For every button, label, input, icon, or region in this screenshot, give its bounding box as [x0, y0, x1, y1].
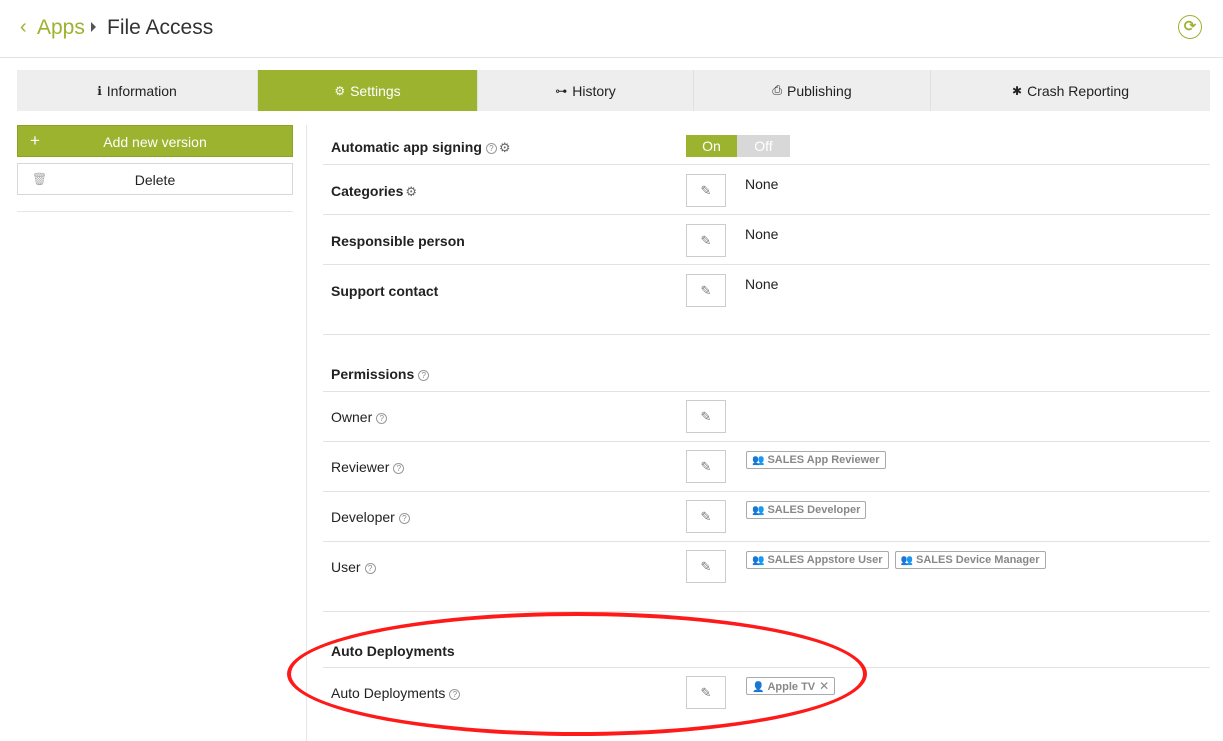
group-icon: 👥: [900, 555, 914, 566]
edit-reviewer-button[interactable]: ✎: [686, 450, 726, 483]
toggle-off-button[interactable]: Off: [737, 135, 790, 157]
chip-label: SALES App Reviewer: [767, 454, 880, 466]
add-new-version-label: Add new version: [103, 134, 207, 150]
toggle-on-button[interactable]: On: [686, 135, 737, 157]
back-chevron-icon[interactable]: ‹: [20, 16, 27, 39]
page-title: File Access: [107, 16, 214, 39]
row-user: User? ✎ 👥 SALES Appstore User 👥 SALES Devi…: [323, 542, 1210, 612]
row-support-contact: Support contact ✎ None: [323, 265, 1210, 335]
edit-owner-button[interactable]: ✎: [686, 400, 726, 433]
responsible-person-label: Responsible person: [331, 233, 465, 249]
tab-crash-reporting[interactable]: ✱ Crash Reporting: [931, 70, 1210, 111]
help-icon[interactable]: ?: [418, 370, 430, 381]
edit-support-button[interactable]: ✎: [686, 274, 726, 307]
categories-value: None: [745, 176, 779, 192]
tab-label: Settings: [350, 82, 401, 99]
developer-label: Developer: [331, 509, 395, 525]
row-label: Owner?: [331, 409, 388, 425]
edit-developer-button[interactable]: ✎: [686, 500, 726, 533]
row-developer: Developer? ✎ 👥 SALES Developer: [323, 492, 1210, 542]
pencil-icon: ✎: [700, 509, 712, 524]
row-label: Automatic app signing? ⚙: [331, 139, 511, 156]
permissions-header: Permissions?: [323, 335, 1210, 392]
edit-categories-button[interactable]: ✎: [686, 174, 726, 207]
tab-history[interactable]: ⊶ History: [478, 70, 694, 111]
tab-information[interactable]: ℹ Information: [17, 70, 258, 111]
help-icon[interactable]: ?: [364, 563, 376, 574]
highlight-ellipse: [287, 612, 867, 736]
support-contact-value: None: [745, 276, 779, 292]
help-icon[interactable]: ?: [485, 143, 497, 154]
row-label: User?: [331, 559, 376, 575]
edit-responsible-button[interactable]: ✎: [686, 224, 726, 257]
group-chip[interactable]: 👥 SALES Developer: [746, 501, 867, 519]
support-contact-label: Support contact: [331, 283, 439, 299]
breadcrumb-apps-link[interactable]: Apps: [37, 16, 85, 40]
categories-label: Categories: [331, 183, 404, 199]
group-icon: 👥: [752, 455, 765, 466]
group-icon: 👥: [752, 555, 765, 566]
reviewer-label: Reviewer: [331, 459, 390, 475]
tab-label: Information: [106, 82, 177, 99]
edit-user-button[interactable]: ✎: [686, 550, 726, 583]
tab-publishing[interactable]: ⎙ Publishing: [694, 70, 931, 111]
chip-label: SALES Appstore User: [767, 554, 883, 566]
tab-settings[interactable]: ⚙ Settings: [258, 70, 478, 111]
group-chip[interactable]: 👥 SALES Appstore User: [746, 551, 889, 569]
row-automatic-app-signing: Automatic app signing? ⚙ On Off: [323, 125, 1210, 165]
delete-button[interactable]: 🗑 Delete: [17, 163, 293, 195]
owner-label: Owner: [331, 409, 373, 425]
group-chip[interactable]: 👥 SALES App Reviewer: [746, 451, 886, 469]
bug-icon: ✱: [1012, 83, 1023, 98]
chip-label: SALES Developer: [767, 504, 861, 516]
refresh-icon[interactable]: ⟳: [1178, 15, 1202, 39]
user-label: User: [331, 559, 361, 575]
breadcrumb-separator-icon: [91, 22, 96, 32]
content-divider: [306, 125, 307, 741]
row-label: Categories ⚙: [331, 183, 417, 200]
pencil-icon: ✎: [700, 409, 712, 424]
help-icon[interactable]: ?: [398, 513, 410, 524]
tab-bar: ℹ Information ⚙ Settings ⊶ History ⎙ Pub…: [17, 70, 1210, 111]
add-new-version-button[interactable]: + Add new version: [17, 125, 293, 157]
group-icon: 👥: [752, 505, 765, 516]
tab-label: Publishing: [787, 82, 852, 99]
pencil-icon: ✎: [700, 559, 712, 574]
delete-label: Delete: [134, 172, 176, 188]
responsible-person-value: None: [745, 226, 779, 242]
pencil-icon: ✎: [700, 459, 712, 474]
chip-label: SALES Device Manager: [916, 554, 1040, 566]
row-categories: Categories ⚙ ✎ None: [323, 165, 1210, 215]
sidebar-divider: [17, 211, 293, 212]
tab-label: Crash Reporting: [1027, 82, 1129, 99]
gear-icon[interactable]: ⚙: [405, 184, 417, 199]
permissions-heading-text: Permissions: [331, 366, 415, 382]
pencil-icon: ✎: [700, 233, 712, 248]
publish-icon: ⎙: [772, 83, 782, 97]
pencil-icon: ✎: [700, 183, 712, 198]
gear-icon[interactable]: ⚙: [499, 140, 511, 155]
permissions-heading: Permissions?: [331, 366, 430, 382]
info-icon: ℹ: [97, 83, 102, 98]
help-icon[interactable]: ?: [393, 463, 405, 474]
pencil-icon: ✎: [700, 283, 712, 298]
group-chip[interactable]: 👥 SALES Device Manager: [894, 551, 1046, 569]
row-owner: Owner? ✎: [323, 392, 1210, 442]
history-icon: ⊶: [555, 83, 568, 98]
row-label: Reviewer?: [331, 459, 405, 475]
automatic-app-signing-label: Automatic app signing: [331, 139, 482, 155]
top-bar: ‹ Apps File Access ⟳: [0, 0, 1223, 58]
tab-label: History: [572, 82, 616, 99]
gear-icon: ⚙: [334, 83, 346, 98]
row-label: Developer?: [331, 509, 410, 525]
row-reviewer: Reviewer? ✎ 👥 SALES App Reviewer: [323, 442, 1210, 492]
row-responsible-person: Responsible person ✎ None: [323, 215, 1210, 265]
signing-toggle[interactable]: On Off: [686, 135, 790, 157]
help-icon[interactable]: ?: [376, 413, 388, 424]
